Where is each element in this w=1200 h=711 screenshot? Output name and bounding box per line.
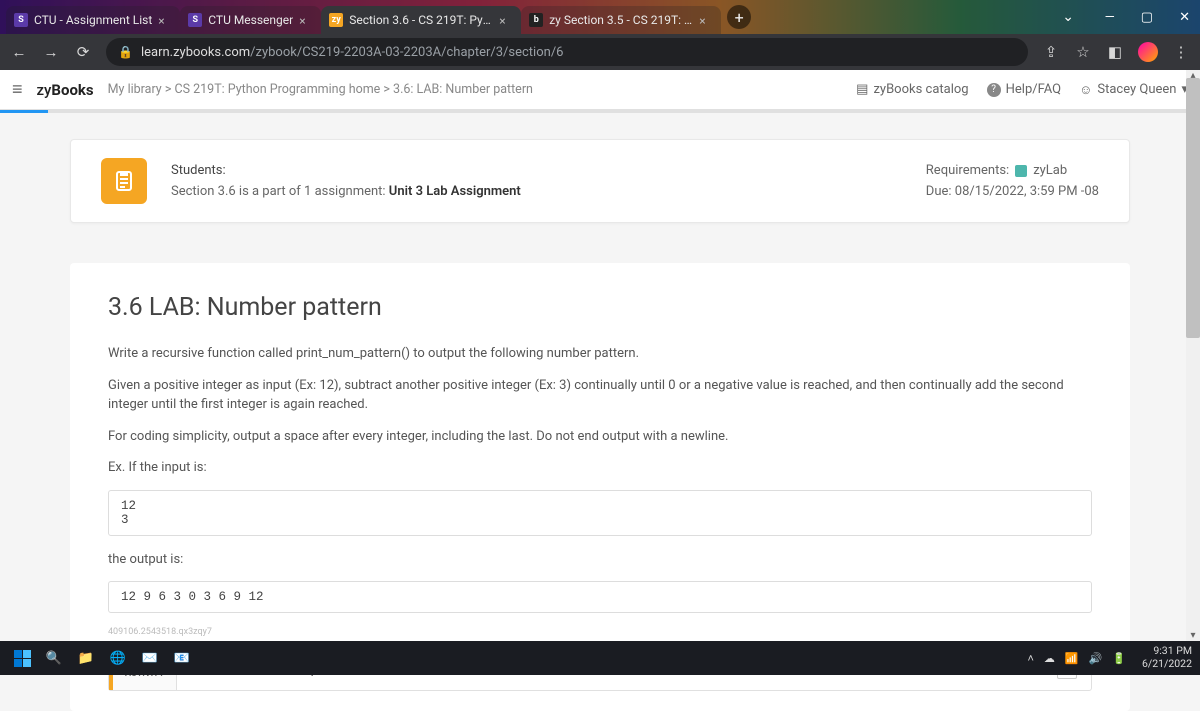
url-text: learn.zybooks.com/zybook/CS219-2203A-03-… xyxy=(141,45,564,60)
page-content: Students: Section 3.6 is a part of 1 ass… xyxy=(0,113,1200,711)
menu-icon[interactable]: ≡ xyxy=(12,79,23,100)
user-menu[interactable]: ☺ Stacey Queen ▾ xyxy=(1079,82,1188,98)
chevron-up-icon[interactable]: ˄ xyxy=(1027,652,1033,665)
tab-title: CTU - Assignment List xyxy=(34,13,152,27)
close-icon[interactable]: × xyxy=(499,14,511,26)
system-tray[interactable]: ˄ ☁ 📶 🔊 🔋 9:31 PM 6/21/2022 xyxy=(1027,645,1192,670)
lab-paragraph: Write a recursive function called print_… xyxy=(108,344,1092,364)
window-controls: — ▢ ✕ xyxy=(1101,0,1194,34)
search-icon[interactable]: 🔍 xyxy=(40,644,68,672)
tab-title: Section 3.6 - CS 219T: Python Pro xyxy=(349,13,493,27)
activity-id: 409106.2543518.qx3zqy7 xyxy=(108,627,1092,637)
catalog-link[interactable]: ▤ zyBooks catalog xyxy=(856,82,968,97)
back-icon[interactable]: ← xyxy=(10,43,28,61)
students-label: Students: xyxy=(171,163,521,178)
outlook-icon[interactable]: 📧 xyxy=(168,644,196,672)
close-window-icon[interactable]: ✕ xyxy=(1175,10,1194,25)
help-icon: ? xyxy=(987,83,1001,97)
side-panel-icon[interactable]: ◧ xyxy=(1106,43,1124,61)
help-link[interactable]: ? Help/FAQ xyxy=(987,82,1061,97)
maximize-icon[interactable]: ▢ xyxy=(1137,10,1157,25)
cloud-icon[interactable]: ☁ xyxy=(1044,652,1055,665)
address-bar[interactable]: 🔒 learn.zybooks.com/zybook/CS219-2203A-0… xyxy=(106,38,1028,66)
scroll-up-icon[interactable]: ▴ xyxy=(1186,70,1200,81)
favicon: b xyxy=(529,13,543,27)
book-icon: ▤ xyxy=(856,82,868,97)
profile-avatar-icon[interactable] xyxy=(1138,42,1158,62)
browser-tab-strip: S CTU - Assignment List × S CTU Messenge… xyxy=(0,0,1200,34)
scrollbar-thumb[interactable] xyxy=(1186,78,1200,338)
file-explorer-icon[interactable]: 📁 xyxy=(72,644,100,672)
user-icon: ☺ xyxy=(1079,82,1092,98)
close-icon[interactable]: × xyxy=(699,14,711,26)
assignment-info-card: Students: Section 3.6 is a part of 1 ass… xyxy=(70,139,1130,223)
lab-heading: 3.6 LAB: Number pattern xyxy=(108,293,1092,322)
app-header: ≡ zyBooks My library > CS 219T: Python P… xyxy=(0,70,1200,110)
due-date: Due: 08/15/2022, 3:59 PM -08 xyxy=(926,184,1099,199)
browser-tab[interactable]: b zy Section 3.5 - CS 219T: Python × xyxy=(521,6,721,34)
lock-icon: 🔒 xyxy=(118,45,133,59)
browser-tab[interactable]: S CTU - Assignment List × xyxy=(6,6,180,34)
star-icon[interactable]: ☆ xyxy=(1074,43,1092,61)
favicon: S xyxy=(188,13,202,27)
tab-title: zy Section 3.5 - CS 219T: Python xyxy=(549,13,693,27)
forward-icon[interactable]: → xyxy=(42,43,60,61)
close-icon[interactable]: × xyxy=(158,14,170,26)
output-label: the output is: xyxy=(108,550,1092,570)
reload-icon[interactable]: ⟳ xyxy=(74,43,92,61)
favicon: S xyxy=(14,13,28,27)
browser-tab[interactable]: S CTU Messenger × xyxy=(180,6,321,34)
start-button[interactable] xyxy=(8,644,36,672)
clock[interactable]: 9:31 PM 6/21/2022 xyxy=(1142,645,1192,670)
menu-dots-icon[interactable]: ⋮ xyxy=(1172,43,1190,61)
favicon: zy xyxy=(329,13,343,27)
chevron-down-icon[interactable]: ⌄ xyxy=(1062,9,1074,25)
volume-icon[interactable]: 🔊 xyxy=(1089,652,1103,665)
input-code-box: 12 3 xyxy=(108,490,1092,536)
requirements: Requirements: zyLab xyxy=(926,163,1099,178)
share-icon[interactable]: ⇪ xyxy=(1042,43,1060,61)
minimize-icon[interactable]: — xyxy=(1101,10,1119,25)
assignment-icon xyxy=(101,158,147,204)
windows-taskbar: 🔍 📁 🌐 ✉️ 📧 ˄ ☁ 📶 🔊 🔋 9:31 PM 6/21/2022 xyxy=(0,641,1200,675)
close-icon[interactable]: × xyxy=(299,14,311,26)
lab-paragraph: Ex. If the input is: xyxy=(108,458,1092,478)
output-code-box: 12 9 6 3 0 3 6 9 12 xyxy=(108,581,1092,613)
battery-icon[interactable]: 🔋 xyxy=(1112,652,1126,665)
scrollbar[interactable]: ▴ ▾ xyxy=(1186,70,1200,641)
mail-icon[interactable]: ✉️ xyxy=(136,644,164,672)
lab-paragraph: For coding simplicity, output a space af… xyxy=(108,427,1092,447)
chrome-icon[interactable]: 🌐 xyxy=(104,644,132,672)
breadcrumb[interactable]: My library > CS 219T: Python Programming… xyxy=(108,82,533,97)
browser-tab-active[interactable]: zy Section 3.6 - CS 219T: Python Pro × xyxy=(321,6,521,34)
logo[interactable]: zyBooks xyxy=(37,81,94,99)
scroll-down-icon[interactable]: ▾ xyxy=(1186,630,1200,641)
lab-paragraph: Given a positive integer as input (Ex: 1… xyxy=(108,376,1092,415)
zylab-chip-icon xyxy=(1015,165,1027,177)
assignment-line: Section 3.6 is a part of 1 assignment: U… xyxy=(171,184,521,199)
new-tab-button[interactable]: + xyxy=(727,5,751,29)
tab-title: CTU Messenger xyxy=(208,13,293,27)
wifi-icon[interactable]: 📶 xyxy=(1065,652,1079,665)
browser-toolbar: ← → ⟳ 🔒 learn.zybooks.com/zybook/CS219-2… xyxy=(0,34,1200,70)
